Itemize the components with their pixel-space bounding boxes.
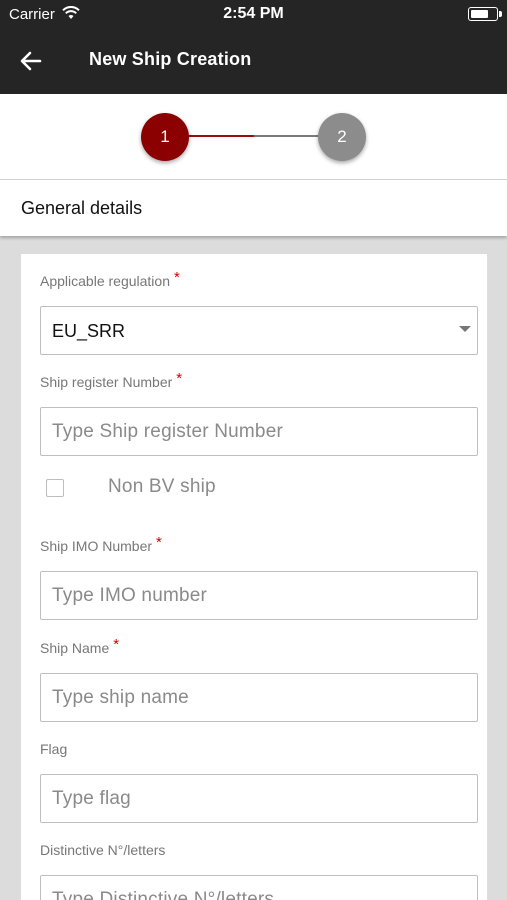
app-bar: New Ship Creation (0, 28, 507, 94)
arrow-left-icon (20, 51, 42, 71)
required-marker: * (156, 534, 162, 551)
dropdown-arrow-icon (459, 326, 471, 332)
register-number-input[interactable]: Type Ship register Number (40, 407, 478, 456)
section-header: General details (0, 180, 507, 236)
regulation-dropdown[interactable]: EU_SRR (40, 306, 478, 355)
imo-number-placeholder: Type IMO number (52, 585, 208, 606)
ship-name-placeholder: Type ship name (52, 687, 189, 708)
distinctive-input[interactable]: Type Distinctive N°/letters (40, 875, 478, 900)
register-number-label-text: Ship register Number (40, 374, 173, 390)
section-title: General details (21, 198, 143, 218)
required-marker: * (173, 269, 180, 286)
imo-number-label: Ship IMO Number * (40, 534, 162, 555)
step-1[interactable]: 1 (141, 113, 189, 161)
non-bv-label[interactable]: Non BV ship (108, 476, 216, 498)
step-indicator: 1 2 (0, 94, 507, 180)
ship-name-input[interactable]: Type ship name (40, 673, 478, 722)
regulation-label-text: Applicable regulation (40, 273, 170, 289)
flag-input[interactable]: Type flag (40, 774, 478, 823)
ship-name-label-text: Ship Name (40, 640, 110, 656)
battery-fill (471, 10, 489, 18)
distinctive-placeholder: Type Distinctive N°/letters (52, 889, 275, 900)
register-number-label: Ship register Number * (40, 370, 182, 391)
flag-label: Flag (40, 741, 68, 757)
register-number-placeholder: Type Ship register Number (52, 421, 283, 442)
step-2[interactable]: 2 (318, 113, 366, 161)
battery-icon (468, 7, 502, 21)
step-connector-active (188, 135, 254, 137)
back-button[interactable] (20, 43, 60, 79)
imo-number-input[interactable]: Type IMO number (40, 571, 478, 620)
step-connector-inactive (254, 135, 320, 137)
regulation-label: Applicable regulation * (40, 269, 180, 290)
status-bar: Carrier 2:54 PM (0, 0, 507, 28)
page-title: New Ship Creation (89, 49, 252, 69)
ship-name-label: Ship Name * (40, 636, 119, 657)
flag-placeholder: Type flag (52, 788, 131, 809)
status-time: 2:54 PM (223, 5, 284, 22)
required-marker: * (113, 636, 120, 653)
imo-number-label-text: Ship IMO Number (40, 538, 153, 554)
regulation-value: EU_SRR (52, 321, 126, 341)
non-bv-checkbox[interactable] (46, 479, 64, 497)
distinctive-label: Distinctive N°/letters (40, 842, 166, 858)
required-marker: * (176, 370, 183, 387)
form-card: Applicable regulation * EU_SRR Ship regis… (21, 254, 487, 900)
